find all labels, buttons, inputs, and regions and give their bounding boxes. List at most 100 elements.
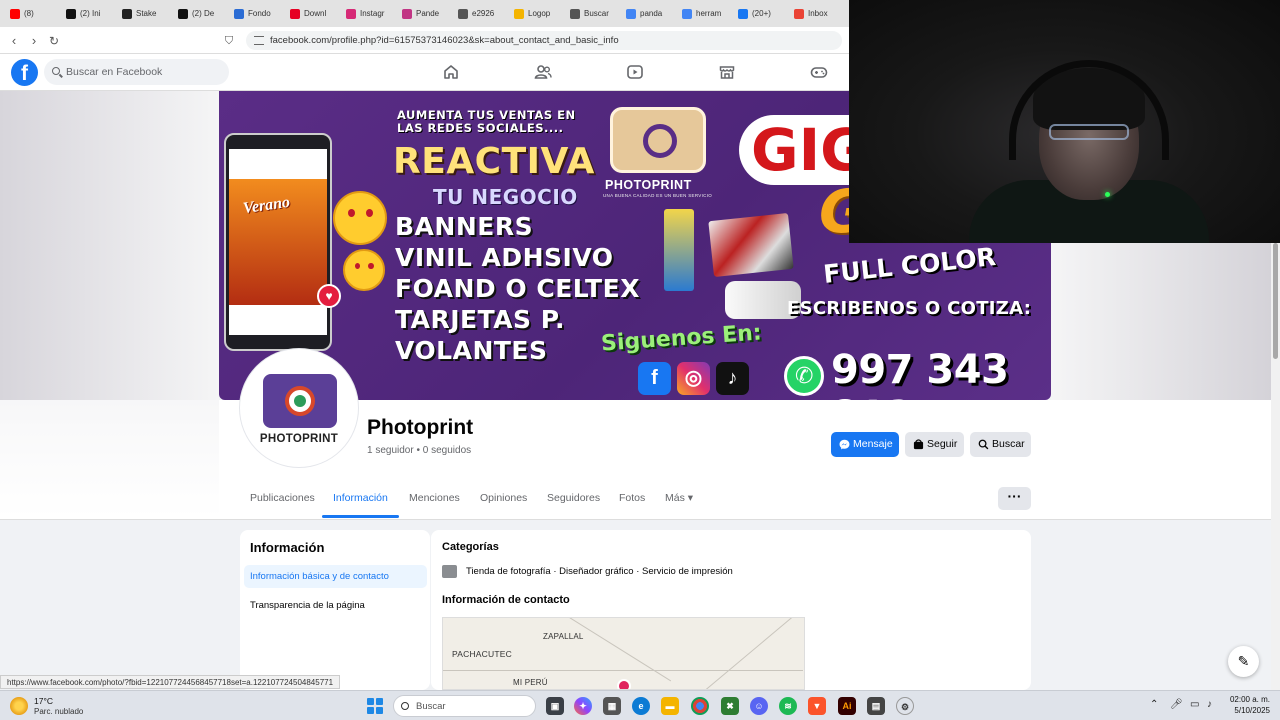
calculator-icon[interactable]: ▤ — [867, 697, 885, 715]
browser-tab[interactable]: Downl — [286, 0, 342, 27]
settings-icon[interactable]: ⚙ — [896, 697, 914, 715]
browser-tab-label: (2) Ini — [80, 9, 101, 18]
browser-tab[interactable]: e2926 — [454, 0, 510, 27]
more-options-icon[interactable]: ··· — [998, 487, 1031, 510]
forward-icon[interactable]: › — [26, 33, 42, 49]
browser-tab-label: Fondo — [248, 9, 271, 18]
browser-tab-label: Stake — [136, 9, 157, 18]
categories-value: Tienda de fotografía · Diseñador gráfico… — [466, 566, 733, 577]
gmail-icon — [794, 8, 804, 19]
weather-widget[interactable]: 17°C Parc. nublado — [10, 694, 120, 718]
follow-button[interactable]: Seguir — [905, 432, 964, 457]
webcam-overlay — [849, 0, 1280, 243]
file-explorer-icon[interactable]: ▬ — [661, 697, 679, 715]
follow-icon — [913, 439, 924, 450]
headset-led-icon — [1105, 192, 1110, 197]
heart-eyes-emoji-icon — [333, 191, 387, 245]
spotify-icon[interactable]: ≋ — [779, 697, 797, 715]
url-text: facebook.com/profile.php?id=615753731460… — [270, 35, 619, 46]
tab-fotos[interactable]: Fotos — [619, 492, 645, 504]
follower-stats[interactable]: 1 seguidor • 0 seguidos — [367, 445, 471, 456]
marketplace-icon[interactable] — [718, 63, 736, 81]
reload-icon[interactable]: ↻ — [46, 33, 62, 49]
avatar-brand: PHOTOPRINT — [259, 433, 339, 445]
google-icon — [626, 8, 636, 19]
heart-reaction-icon: ♥ — [317, 284, 341, 308]
video-icon[interactable] — [626, 63, 644, 81]
compose-message-icon[interactable]: ✎ — [1228, 646, 1259, 677]
back-icon[interactable]: ‹ — [6, 33, 22, 49]
discord-icon[interactable]: ☺ — [750, 697, 768, 715]
message-button-label: Mensaje — [853, 438, 893, 450]
tab-informacion[interactable]: Información — [333, 492, 388, 504]
friends-icon[interactable] — [534, 63, 552, 81]
browser-tab[interactable]: Pande — [398, 0, 454, 27]
message-button[interactable]: Mensaje — [831, 432, 899, 457]
tab-mas[interactable]: Más ▾ — [665, 492, 693, 504]
scrollbar-thumb[interactable] — [1273, 243, 1278, 359]
link-status-url: https://www.facebook.com/photo/?fbid=122… — [0, 675, 341, 689]
browser-tab-label: panda — [640, 9, 663, 18]
display-icon[interactable]: ▭ — [1190, 699, 1199, 710]
brave-icon[interactable]: ▼ — [808, 697, 826, 715]
home-icon[interactable] — [442, 63, 460, 81]
task-view-icon[interactable]: ▣ — [546, 697, 564, 715]
cover-full-color: FULL COLOR — [821, 242, 998, 289]
gaming-icon[interactable] — [810, 63, 828, 81]
store-icon[interactable]: ▦ — [603, 697, 621, 715]
microphone-icon[interactable]: 🎤︎ — [1170, 699, 1183, 710]
facebook-search-input[interactable]: Buscar en Facebook — [44, 59, 229, 85]
browser-tab[interactable]: (2) De — [174, 0, 230, 27]
tab-publicaciones[interactable]: Publicaciones — [250, 492, 315, 504]
about-nav-basic-contact[interactable]: Información básica y de contacto — [244, 565, 427, 588]
address-bar[interactable]: facebook.com/profile.php?id=615753731460… — [246, 31, 842, 50]
browser-tab[interactable]: (8) — [6, 0, 62, 27]
profile-avatar[interactable]: PHOTOPRINT — [240, 349, 358, 467]
tab-seguidores[interactable]: Seguidores — [547, 492, 600, 504]
pande-icon — [402, 8, 412, 19]
tray-chevron-icon[interactable]: ⌃ — [1150, 699, 1158, 710]
cover-service-item: FOAND O CELTEX — [395, 274, 640, 303]
browser-tab[interactable]: Instagr — [342, 0, 398, 27]
chrome-icon[interactable] — [691, 697, 709, 715]
start-icon[interactable] — [367, 698, 383, 714]
profile-header-left-fade — [0, 400, 219, 518]
search-page-button[interactable]: Buscar — [970, 432, 1031, 457]
cover-service-item: TARJETAS P. — [395, 305, 565, 334]
illustrator-icon[interactable]: Ai — [838, 697, 856, 715]
messenger-icon — [839, 439, 850, 450]
search-icon — [978, 439, 989, 450]
minecraft-icon[interactable]: ✖ — [721, 697, 739, 715]
copilot-icon[interactable]: ✦ — [574, 697, 592, 715]
page-scrollbar[interactable] — [1271, 243, 1280, 690]
browser-tab[interactable]: Stake — [118, 0, 174, 27]
tab-opiniones[interactable]: Opiniones — [480, 492, 527, 504]
logo-icon — [514, 8, 524, 19]
browser-tab[interactable]: panda — [622, 0, 678, 27]
location-map[interactable]: ZAPALLAL PACHACUTEC MI PERÚ — [442, 617, 805, 690]
browser-tab[interactable]: Logop — [510, 0, 566, 27]
browser-tab[interactable]: Fondo — [230, 0, 286, 27]
phone-mockup: Verano — [224, 133, 332, 351]
browser-tab[interactable]: (20+) — [734, 0, 790, 27]
about-nav-transparency[interactable]: Transparencia de la página — [244, 594, 427, 617]
browser-tab[interactable]: herram — [678, 0, 734, 27]
facebook-logo-icon[interactable]: f — [11, 59, 38, 86]
browser-tab-label: Pande — [416, 9, 440, 18]
tab-menciones[interactable]: Menciones — [409, 492, 460, 504]
instagram-social-icon: ◎ — [677, 362, 710, 395]
taskbar-search-input[interactable]: Buscar — [393, 695, 536, 717]
browser-tab-label: e2926 — [472, 9, 495, 18]
browser-tab-label: (8) — [24, 9, 34, 18]
browser-tab[interactable]: Buscar — [566, 0, 622, 27]
browser-tab[interactable]: (2) Ini — [62, 0, 118, 27]
cards-product — [708, 212, 794, 278]
edge-icon[interactable]: e — [632, 697, 650, 715]
volume-icon[interactable]: ♪ — [1207, 699, 1212, 710]
search-icon — [401, 702, 409, 710]
system-clock[interactable]: 02:00 a. m. 5/10/2025 — [1228, 694, 1270, 716]
browser-tab[interactable]: Inbox — [790, 0, 846, 27]
browser-tab-label: (2) De — [192, 9, 215, 18]
bookmark-icon[interactable]: ⛉ — [221, 33, 237, 49]
site-settings-icon[interactable] — [254, 36, 264, 45]
